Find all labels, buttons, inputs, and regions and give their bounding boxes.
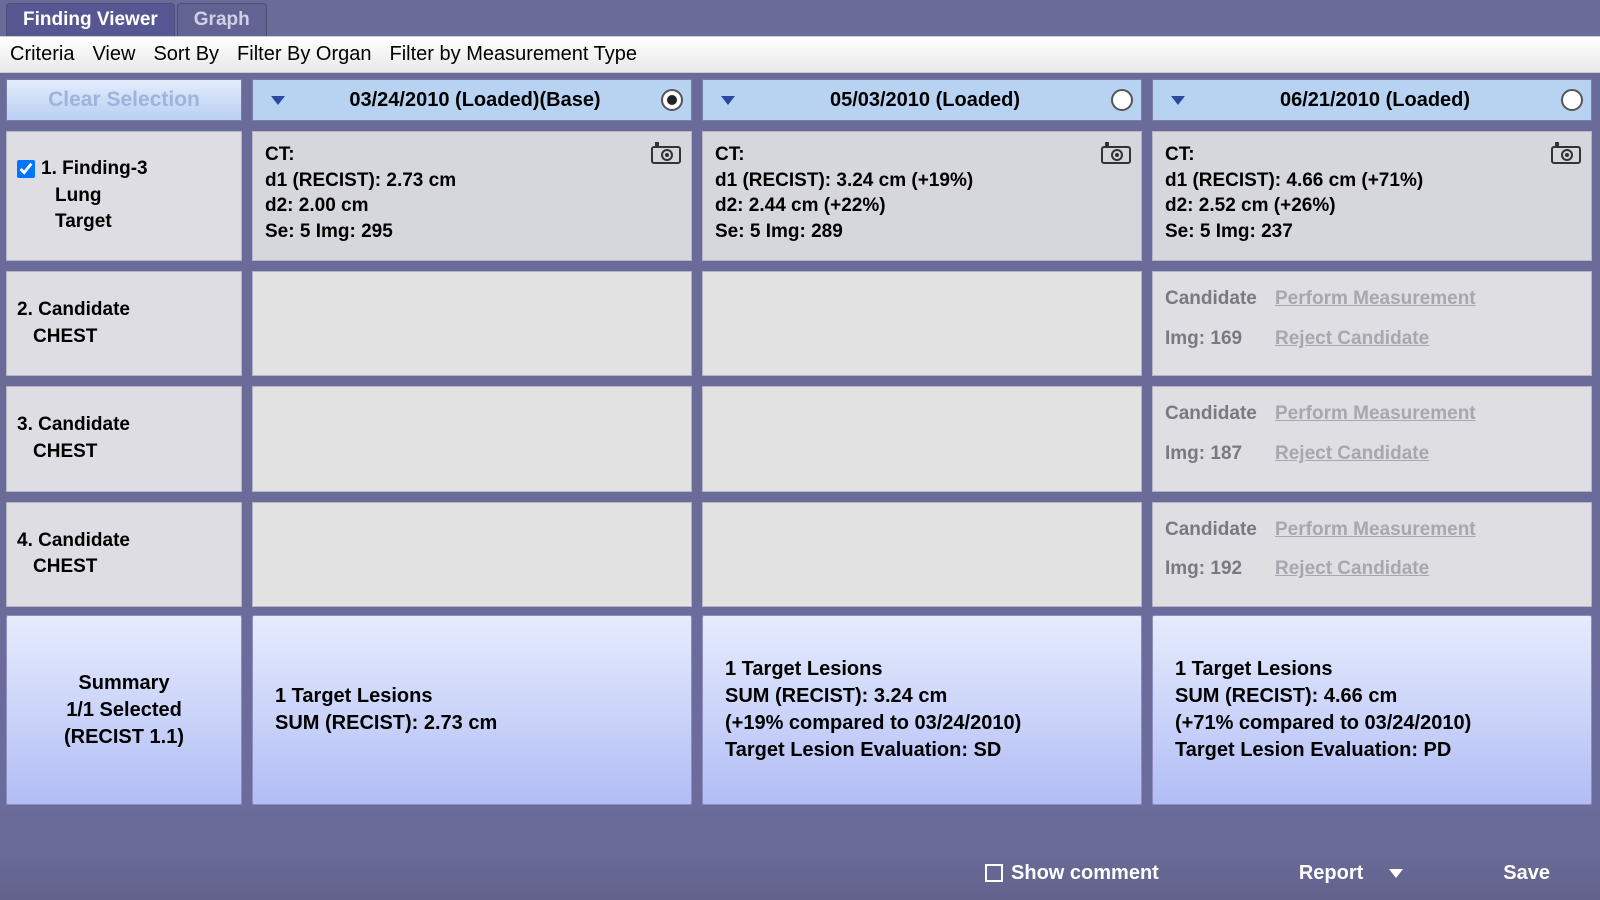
finding-name-1: 1. Finding-3 — [41, 156, 148, 183]
candidate-cell-r4c3[interactable]: CandidatePerform Measurement Img: 192Rej… — [1152, 502, 1592, 607]
bottom-bar: Show comment Report Save — [0, 846, 1600, 900]
finding-row-label-1[interactable]: 1. Finding-3 Lung Target — [6, 131, 242, 261]
perform-measurement-link[interactable]: Perform Measurement — [1275, 288, 1476, 309]
chevron-down-icon — [1389, 869, 1403, 878]
finding-checkbox-1[interactable] — [17, 160, 35, 178]
reject-candidate-link[interactable]: Reject Candidate — [1275, 328, 1429, 349]
timepoint-header-3[interactable]: 06/21/2010 (Loaded) — [1152, 79, 1592, 121]
finding-row-label-3[interactable]: 3. Candidate CHEST — [6, 386, 242, 491]
camera-icon[interactable] — [1101, 142, 1131, 164]
camera-icon[interactable] — [1551, 142, 1581, 164]
chevron-down-icon — [721, 96, 735, 105]
candidate-cell-r2c3[interactable]: CandidatePerform Measurement Img: 169Rej… — [1152, 271, 1592, 376]
reject-candidate-link[interactable]: Reject Candidate — [1275, 443, 1429, 464]
timepoint-radio-3[interactable] — [1561, 89, 1583, 111]
toolbar: Criteria View Sort By Filter By Organ Fi… — [0, 36, 1600, 73]
menu-view[interactable]: View — [92, 43, 135, 66]
menu-sortby[interactable]: Sort By — [153, 43, 219, 66]
measurement-cell-r3c2[interactable] — [702, 386, 1142, 491]
measurement-cell-r1c3[interactable]: CT: d1 (RECIST): 4.66 cm (+71%) d2: 2.52… — [1152, 131, 1592, 261]
finding-row-label-4[interactable]: 4. Candidate CHEST — [6, 502, 242, 607]
camera-icon[interactable] — [651, 142, 681, 164]
perform-measurement-link[interactable]: Perform Measurement — [1275, 519, 1476, 540]
measurement-cell-r4c2[interactable] — [702, 502, 1142, 607]
finding-type-1: Target — [17, 209, 231, 236]
menu-filter-organ[interactable]: Filter By Organ — [237, 43, 371, 66]
summary-cell-2: 1 Target Lesions SUM (RECIST): 3.24 cm (… — [702, 615, 1142, 805]
checkbox-icon[interactable] — [985, 864, 1003, 882]
summary-cell-3: 1 Target Lesions SUM (RECIST): 4.66 cm (… — [1152, 615, 1592, 805]
timepoint-date-1: 03/24/2010 (Loaded)(Base) — [295, 89, 655, 112]
timepoint-header-1[interactable]: 03/24/2010 (Loaded)(Base) — [252, 79, 692, 121]
clear-selection-button[interactable]: Clear Selection — [6, 79, 242, 121]
tab-finding-viewer[interactable]: Finding Viewer — [6, 3, 175, 36]
menu-filter-measurement[interactable]: Filter by Measurement Type — [390, 43, 638, 66]
summary-row: Summary 1/1 Selected (RECIST 1.1) 1 Targ… — [0, 607, 1600, 811]
perform-measurement-link[interactable]: Perform Measurement — [1275, 403, 1476, 424]
timepoint-date-2: 05/03/2010 (Loaded) — [745, 89, 1105, 112]
summary-label-cell: Summary 1/1 Selected (RECIST 1.1) — [6, 615, 242, 805]
chevron-down-icon — [1171, 96, 1185, 105]
finding-row-label-2[interactable]: 2. Candidate CHEST — [6, 271, 242, 376]
show-comment-toggle[interactable]: Show comment — [985, 862, 1159, 885]
chevron-down-icon — [271, 96, 285, 105]
measurement-cell-r4c1[interactable] — [252, 502, 692, 607]
report-dropdown[interactable]: Report — [1299, 862, 1403, 885]
candidate-cell-r3c3[interactable]: CandidatePerform Measurement Img: 187Rej… — [1152, 386, 1592, 491]
measurement-cell-r1c1[interactable]: CT: d1 (RECIST): 2.73 cm d2: 2.00 cm Se:… — [252, 131, 692, 261]
timepoint-radio-2[interactable] — [1111, 89, 1133, 111]
measurement-cell-r1c2[interactable]: CT: d1 (RECIST): 3.24 cm (+19%) d2: 2.44… — [702, 131, 1142, 261]
measurement-cell-r3c1[interactable] — [252, 386, 692, 491]
reject-candidate-link[interactable]: Reject Candidate — [1275, 558, 1429, 579]
finding-organ-1: Lung — [17, 183, 231, 210]
tab-graph[interactable]: Graph — [177, 3, 267, 36]
summary-cell-1: 1 Target Lesions SUM (RECIST): 2.73 cm — [252, 615, 692, 805]
timepoint-date-3: 06/21/2010 (Loaded) — [1195, 89, 1555, 112]
measurement-cell-r2c2[interactable] — [702, 271, 1142, 376]
timepoint-radio-1[interactable] — [661, 89, 683, 111]
menu-criteria[interactable]: Criteria — [10, 43, 74, 66]
timepoint-header-2[interactable]: 05/03/2010 (Loaded) — [702, 79, 1142, 121]
tab-bar: Finding Viewer Graph — [0, 0, 1600, 36]
save-button[interactable]: Save — [1503, 862, 1550, 885]
measurement-cell-r2c1[interactable] — [252, 271, 692, 376]
